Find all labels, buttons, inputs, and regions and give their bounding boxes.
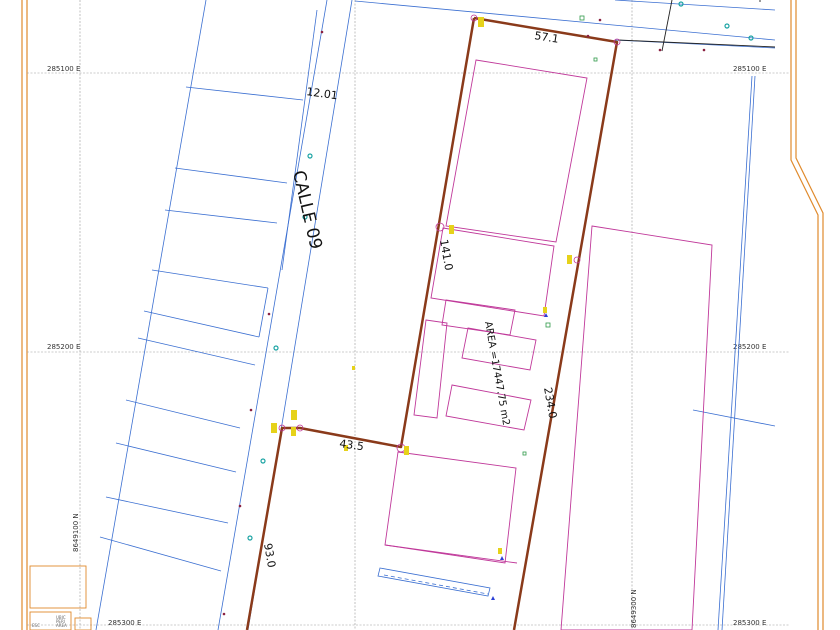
area-label: AREA =17447.75 m2 [482, 321, 511, 427]
grid-label-285100e-right: 285100 E [733, 65, 766, 73]
shed-outlines [377, 567, 491, 597]
cadastral-map[interactable]: 285100 E 285100 E 285200 E 285200 E 2853… [0, 0, 840, 630]
grid-label-8649300n: 8649300 N [630, 589, 638, 628]
lot-lines [95, 0, 776, 630]
reference-dots [222, 18, 706, 616]
dimension-left-upper: 141.0 [437, 238, 455, 271]
coordinate-grid [27, 0, 790, 630]
top-road-lines [617, 0, 776, 52]
grid-label-285200e-left: 285200 E [47, 343, 80, 351]
grid-label-285100e-left: 285100 E [47, 65, 80, 73]
utility-points [247, 1, 754, 541]
dimension-middle: 43.5 [339, 437, 365, 453]
building-footprints [384, 59, 713, 630]
property-boundary-west [245, 17, 476, 630]
street-label: CALLE 09 [288, 169, 326, 252]
grid-label-285300e-left: 285300 E [108, 619, 141, 627]
legend-text-2: AREA [56, 623, 67, 628]
grid-label-8649100n: 8649100 N [72, 513, 80, 552]
dimension-top: 57.1 [534, 29, 560, 46]
property-boundary [473, 16, 619, 630]
grid-label-285200e-right: 285200 E [733, 343, 766, 351]
grid-label-285300e-right: 285300 E [733, 619, 766, 627]
legend-text-3: ESC [32, 623, 40, 628]
dimension-left-lower: 93.0 [261, 542, 278, 568]
street-width-label: 12.01 [306, 85, 339, 102]
